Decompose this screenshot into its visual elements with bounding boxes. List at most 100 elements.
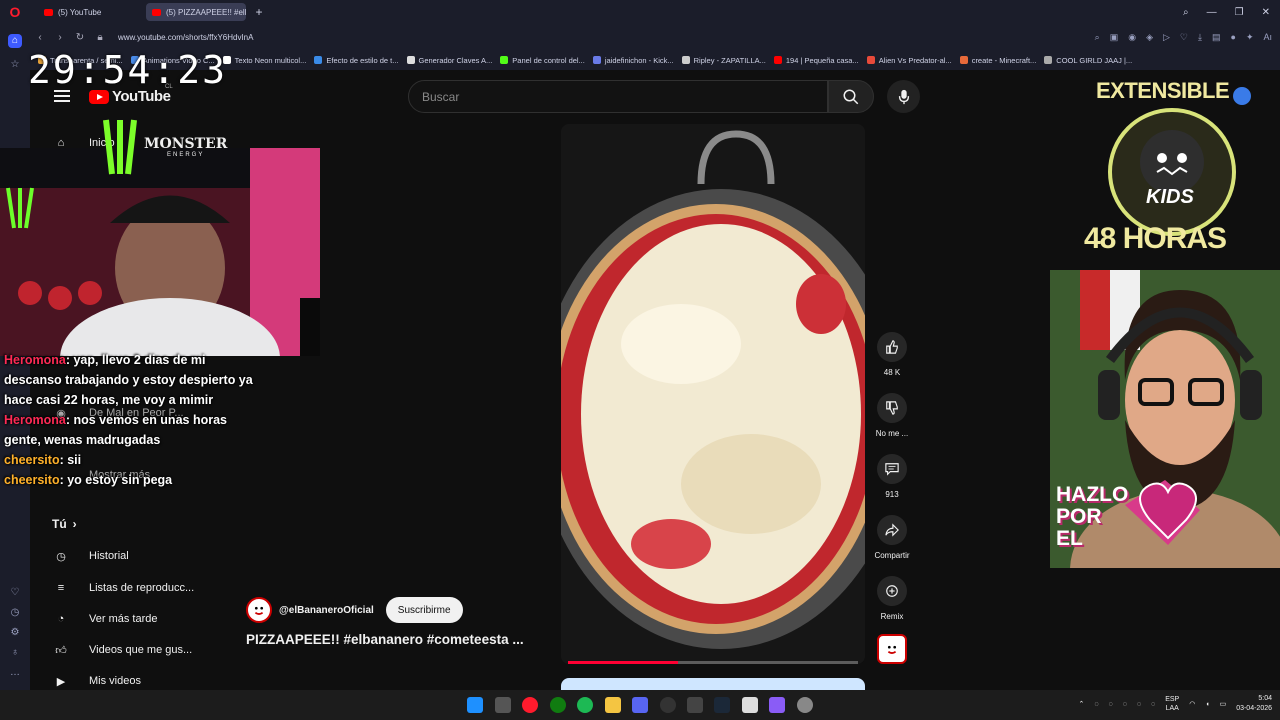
tab-pizza-short[interactable]: (5) PIZZAAPEEE!! #elb ✕: [146, 3, 246, 21]
heart-icon[interactable]: ♡: [1180, 32, 1188, 43]
discord-icon[interactable]: [632, 697, 648, 713]
search-input[interactable]: Buscar: [408, 80, 828, 113]
file-explorer-icon[interactable]: [605, 697, 621, 713]
next-short-preview[interactable]: [561, 678, 865, 690]
history-icon[interactable]: ◷: [8, 606, 22, 620]
opera-icon[interactable]: [522, 697, 538, 713]
remix-label: Remix: [880, 612, 904, 621]
bookmark-item[interactable]: Texto Neon multicol...: [222, 56, 306, 65]
banana-face-icon: [250, 601, 268, 619]
comments-button[interactable]: 913: [868, 454, 916, 499]
tray-app-icon[interactable]: ◌: [1137, 701, 1141, 708]
language-indicator[interactable]: ESP LAA: [1165, 695, 1179, 713]
tray-app-icon[interactable]: ◌: [1123, 701, 1127, 708]
bookmark-item[interactable]: Ripley - ZAPATILLA...: [681, 56, 766, 65]
snapshot-icon[interactable]: ▣: [1110, 32, 1119, 43]
bookmark-item[interactable]: Alien Vs Predator-al...: [866, 56, 952, 65]
spotify-icon[interactable]: [577, 697, 593, 713]
new-tab-button[interactable]: +: [252, 5, 266, 19]
channel-name[interactable]: @elBananeroOficial: [279, 605, 374, 616]
guide-item-history[interactable]: ◷ Historial: [52, 547, 129, 565]
url-field[interactable]: www.youtube.com/shorts/ffxY6HdvInA: [118, 33, 253, 42]
browser-tab-bar: O (5) YouTube (5) PIZZAAPEEE!! #elb ✕ + …: [0, 0, 1280, 24]
guide-item-my-videos[interactable]: ▶ Mis videos: [52, 672, 141, 690]
tray-app-icon[interactable]: ◌: [1094, 701, 1098, 708]
task-view-icon[interactable]: [495, 697, 511, 713]
maximize-button[interactable]: ❐: [1235, 7, 1244, 18]
remix-button[interactable]: Remix: [868, 576, 916, 621]
home-icon[interactable]: ⌂: [8, 34, 22, 48]
chevron-up-icon[interactable]: ⌃: [1078, 700, 1084, 708]
bookmark-item[interactable]: Efecto de estilo de t...: [314, 56, 399, 65]
lock-icon[interactable]: 🔒︎: [90, 32, 110, 43]
dislike-button[interactable]: No me ...: [868, 393, 916, 438]
shield-icon[interactable]: ◈: [1146, 32, 1153, 43]
player-icon[interactable]: ▷: [1163, 32, 1170, 43]
tips-icon[interactable]: ♁: [8, 646, 22, 660]
search-tabs-icon[interactable]: ⌕: [1183, 7, 1189, 18]
chat-message: Heromona: yap, llevo 2 dias de mi descan…: [4, 353, 253, 407]
chat-message: cheersito: yo estoy sin pega: [4, 473, 173, 487]
windows-start-icon[interactable]: [467, 697, 483, 713]
tab-youtube[interactable]: (5) YouTube: [38, 3, 138, 21]
settings-icon[interactable]: [797, 697, 813, 713]
video-progress-bar[interactable]: [568, 661, 858, 664]
notepad-icon[interactable]: [742, 697, 758, 713]
stream-timer: 29:54:23: [28, 48, 228, 92]
overlay-art-text: HAZLO POR EL: [1056, 483, 1129, 550]
camera-icon[interactable]: ◉: [1128, 32, 1136, 43]
bookmark-item[interactable]: Generador Claves A...: [406, 56, 492, 65]
xbox-icon[interactable]: [550, 697, 566, 713]
close-window-button[interactable]: ✕: [1262, 7, 1270, 18]
battery-icon[interactable]: ▭: [1220, 700, 1227, 708]
more-icon[interactable]: …: [8, 666, 22, 680]
voice-search-button[interactable]: [887, 80, 920, 113]
heart-icon[interactable]: ♡: [8, 586, 22, 600]
screen: O (5) YouTube (5) PIZZAAPEEE!! #elb ✕ + …: [0, 0, 1280, 720]
chat-message: cheersito: sii: [4, 453, 82, 467]
zoom-icon[interactable]: ⌕: [1095, 32, 1100, 43]
bookmark-item[interactable]: create - Minecraft...: [959, 56, 1036, 65]
chatgpt-icon[interactable]: [687, 697, 703, 713]
wallet-icon[interactable]: ▤: [1212, 32, 1221, 43]
steam-icon[interactable]: [714, 697, 730, 713]
profile-icon[interactable]: ●: [1231, 32, 1236, 43]
search-button[interactable]: [828, 80, 874, 113]
bookmark-item[interactable]: Panel de control del...: [500, 56, 585, 65]
pinboard-icon[interactable]: ☆: [8, 58, 22, 72]
extensions-icon[interactable]: ✦: [1246, 32, 1254, 43]
back-button[interactable]: ‹: [30, 32, 50, 43]
system-clock[interactable]: 5:04 03-04-2026: [1236, 694, 1272, 714]
app-icon[interactable]: [769, 697, 785, 713]
guide-item-liked[interactable]: 👍︎ Videos que me gus...: [52, 641, 192, 659]
short-title[interactable]: PIZZAAPEEE!! #elbananero #cometeesta ...: [246, 632, 524, 647]
obs-icon[interactable]: [660, 697, 676, 713]
guide-item-playlists[interactable]: ≡ Listas de reproducc...: [52, 579, 194, 597]
sound-thumbnail[interactable]: [868, 634, 916, 664]
channel-avatar[interactable]: [246, 597, 272, 623]
search-placeholder: Buscar: [422, 89, 460, 104]
comment-count: 913: [885, 490, 899, 499]
wifi-icon[interactable]: ◠: [1189, 700, 1195, 708]
minimize-button[interactable]: —: [1207, 7, 1217, 18]
ai-icon[interactable]: Aı: [1263, 32, 1272, 43]
reload-button[interactable]: ↻: [70, 32, 90, 43]
bookmark-item[interactable]: jaidefinichon - Kick...: [592, 56, 674, 65]
like-button[interactable]: 48 K: [868, 332, 916, 377]
short-video-player[interactable]: [561, 124, 865, 664]
guide-item-watch-later[interactable]: ◔ Ver más tarde: [52, 610, 158, 628]
volume-icon[interactable]: ◖: [1205, 701, 1209, 708]
share-button[interactable]: Compartir: [868, 515, 916, 560]
guide-section-you[interactable]: Tú ›: [52, 517, 77, 531]
bookmark-item[interactable]: COOL GIRLD JAAJ |...: [1044, 56, 1132, 65]
download-icon[interactable]: ⤓: [1198, 32, 1202, 43]
tray-app-icon[interactable]: ◌: [1151, 701, 1155, 708]
bookmark-icon: [314, 56, 323, 64]
settings-icon[interactable]: ⚙: [8, 626, 22, 640]
video-progress-fill: [568, 661, 679, 664]
subscribe-button[interactable]: Suscribirme: [385, 597, 463, 623]
forward-button[interactable]: ›: [50, 32, 70, 43]
bookmark-item[interactable]: 194 | Pequeña casa...: [773, 56, 859, 65]
tray-app-icon[interactable]: ◌: [1109, 701, 1113, 708]
opera-logo-icon[interactable]: O: [0, 0, 30, 24]
